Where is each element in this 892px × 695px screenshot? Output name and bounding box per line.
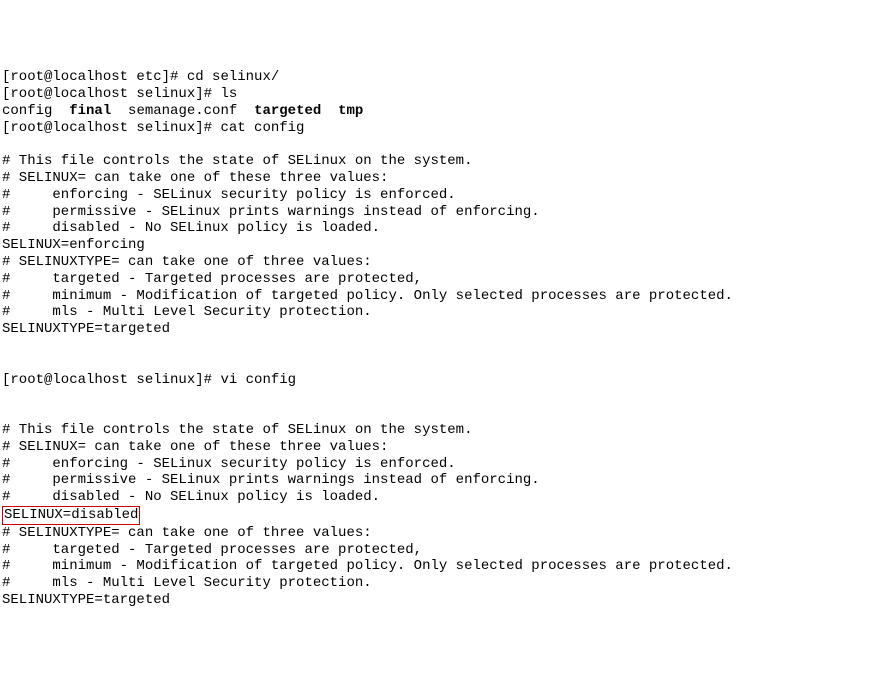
config-comment: # minimum - Modification of targeted pol… xyxy=(2,288,733,304)
config-comment: # This file controls the state of SELinu… xyxy=(2,153,472,169)
prompt: [root@localhost selinux]# xyxy=(2,86,220,102)
prompt: [root@localhost selinux]# xyxy=(2,120,220,136)
config-comment: # targeted - Targeted processes are prot… xyxy=(2,542,422,558)
ls-output-semanage: semanage.conf xyxy=(111,103,254,119)
ls-output-config: config xyxy=(2,103,69,119)
prompt: [root@localhost etc]# xyxy=(2,69,187,85)
config-comment: # minimum - Modification of targeted pol… xyxy=(2,558,733,574)
ls-output-final: final xyxy=(69,103,111,119)
command-vi: vi config xyxy=(220,372,296,388)
config-selinux-disabled-highlight: SELINUX=disabled xyxy=(2,506,140,525)
ls-output-gap xyxy=(321,103,338,119)
config-selinuxtype-setting: SELINUXTYPE=targeted xyxy=(2,592,178,608)
terminal-output: [root@localhost etc]# cd selinux/ [root@… xyxy=(2,69,890,609)
command-cd: cd selinux/ xyxy=(187,69,279,85)
config-comment: # This file controls the state of SELinu… xyxy=(2,422,472,438)
config-comment: # SELINUXTYPE= can take one of three val… xyxy=(2,254,372,270)
ls-output-targeted: targeted xyxy=(254,103,321,119)
config-comment: # enforcing - SELinux security policy is… xyxy=(2,456,456,472)
command-cat: cat config xyxy=(220,120,304,136)
config-comment: # mls - Multi Level Security protection. xyxy=(2,575,372,591)
config-comment: # disabled - No SELinux policy is loaded… xyxy=(2,220,380,236)
config-comment: # SELINUX= can take one of these three v… xyxy=(2,439,388,455)
config-comment: # targeted - Targeted processes are prot… xyxy=(2,271,422,287)
prompt: [root@localhost selinux]# xyxy=(2,372,220,388)
config-comment: # disabled - No SELinux policy is loaded… xyxy=(2,489,380,505)
config-comment: # permissive - SELinux prints warnings i… xyxy=(2,204,540,220)
ls-output-tmp: tmp xyxy=(338,103,363,119)
config-comment: # SELINUX= can take one of these three v… xyxy=(2,170,388,186)
command-ls: ls xyxy=(220,86,237,102)
config-comment: # enforcing - SELinux security policy is… xyxy=(2,187,456,203)
config-comment: # SELINUXTYPE= can take one of three val… xyxy=(2,525,372,541)
config-selinuxtype-setting: SELINUXTYPE=targeted xyxy=(2,321,178,337)
config-selinux-setting: SELINUX=enforcing xyxy=(2,237,145,253)
config-comment: # permissive - SELinux prints warnings i… xyxy=(2,472,540,488)
config-comment: # mls - Multi Level Security protection. xyxy=(2,304,372,320)
